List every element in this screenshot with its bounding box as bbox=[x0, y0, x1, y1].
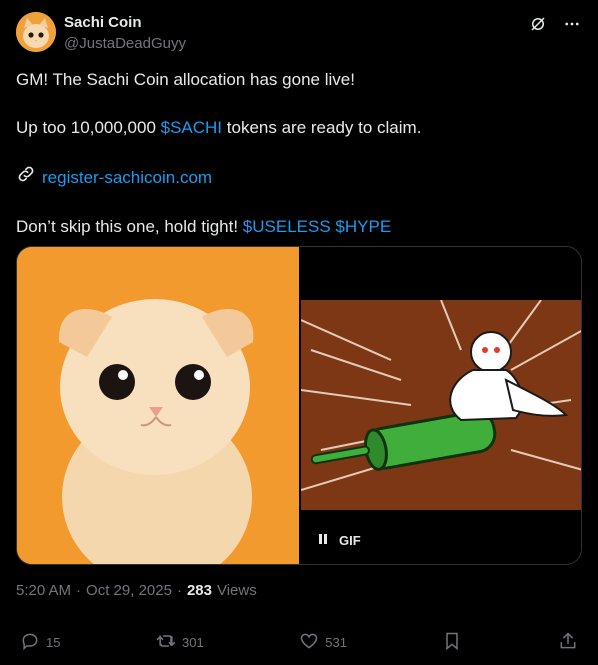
like-count: 531 bbox=[325, 634, 347, 650]
meta-separator: · bbox=[76, 582, 82, 599]
reply-count: 15 bbox=[46, 634, 61, 650]
bookmark-button[interactable] bbox=[442, 631, 462, 654]
tweet-line-2: Up too 10,000,000 $SACHI tokens are read… bbox=[16, 118, 422, 137]
share-icon bbox=[558, 631, 578, 654]
gif-controls: GIF bbox=[317, 533, 361, 548]
meta-separator: · bbox=[176, 582, 182, 599]
tweet-link-row: register-sachicoin.com bbox=[16, 164, 582, 191]
tweet-date[interactable]: Oct 29, 2025 bbox=[86, 582, 172, 599]
bookmark-icon bbox=[442, 631, 462, 654]
repost-count: 301 bbox=[182, 634, 204, 650]
media-gallery: GIF bbox=[16, 246, 582, 565]
tweet-header: Sachi Coin @JustaDeadGuyy bbox=[16, 12, 582, 56]
tweet-time[interactable]: 5:20 AM bbox=[16, 582, 71, 599]
more-options-icon[interactable] bbox=[562, 14, 582, 34]
tweet-line-1: GM! The Sachi Coin allocation has gone l… bbox=[16, 70, 355, 89]
link-icon bbox=[16, 164, 36, 191]
views-label: Views bbox=[216, 582, 257, 599]
cashtag-hype[interactable]: $HYPE bbox=[335, 217, 391, 236]
reply-button[interactable]: 15 bbox=[20, 631, 60, 654]
external-link[interactable]: register-sachicoin.com bbox=[42, 166, 212, 190]
cashtag-useless[interactable]: $USELESS bbox=[243, 217, 331, 236]
repost-button[interactable]: 301 bbox=[156, 631, 204, 654]
author-name[interactable]: Sachi Coin bbox=[64, 14, 142, 31]
reply-icon bbox=[20, 631, 40, 654]
tweet-text: GM! The Sachi Coin allocation has gone l… bbox=[16, 68, 582, 239]
pause-icon[interactable] bbox=[317, 533, 329, 548]
like-button[interactable]: 531 bbox=[299, 631, 347, 654]
kitten-image[interactable] bbox=[17, 247, 299, 564]
repost-icon bbox=[156, 631, 176, 654]
cashtag-sachi[interactable]: $SACHI bbox=[161, 118, 222, 137]
gif-media[interactable]: GIF bbox=[301, 247, 581, 564]
tweet-meta: 5:20 AM · Oct 29, 2025 · 283 Views bbox=[16, 582, 257, 599]
views-count: 283 bbox=[186, 582, 212, 599]
grok-icon[interactable] bbox=[528, 14, 548, 34]
heart-icon bbox=[299, 631, 319, 654]
avatar[interactable] bbox=[16, 12, 56, 52]
tweet-line-4: Don’t skip this one, hold tight! $USELES… bbox=[16, 217, 392, 236]
share-button[interactable] bbox=[558, 631, 578, 654]
gif-label: GIF bbox=[339, 533, 361, 548]
action-bar: 15 301 531 bbox=[20, 630, 578, 654]
gif-frame bbox=[301, 300, 581, 510]
author-handle[interactable]: @JustaDeadGuyy bbox=[64, 35, 186, 52]
